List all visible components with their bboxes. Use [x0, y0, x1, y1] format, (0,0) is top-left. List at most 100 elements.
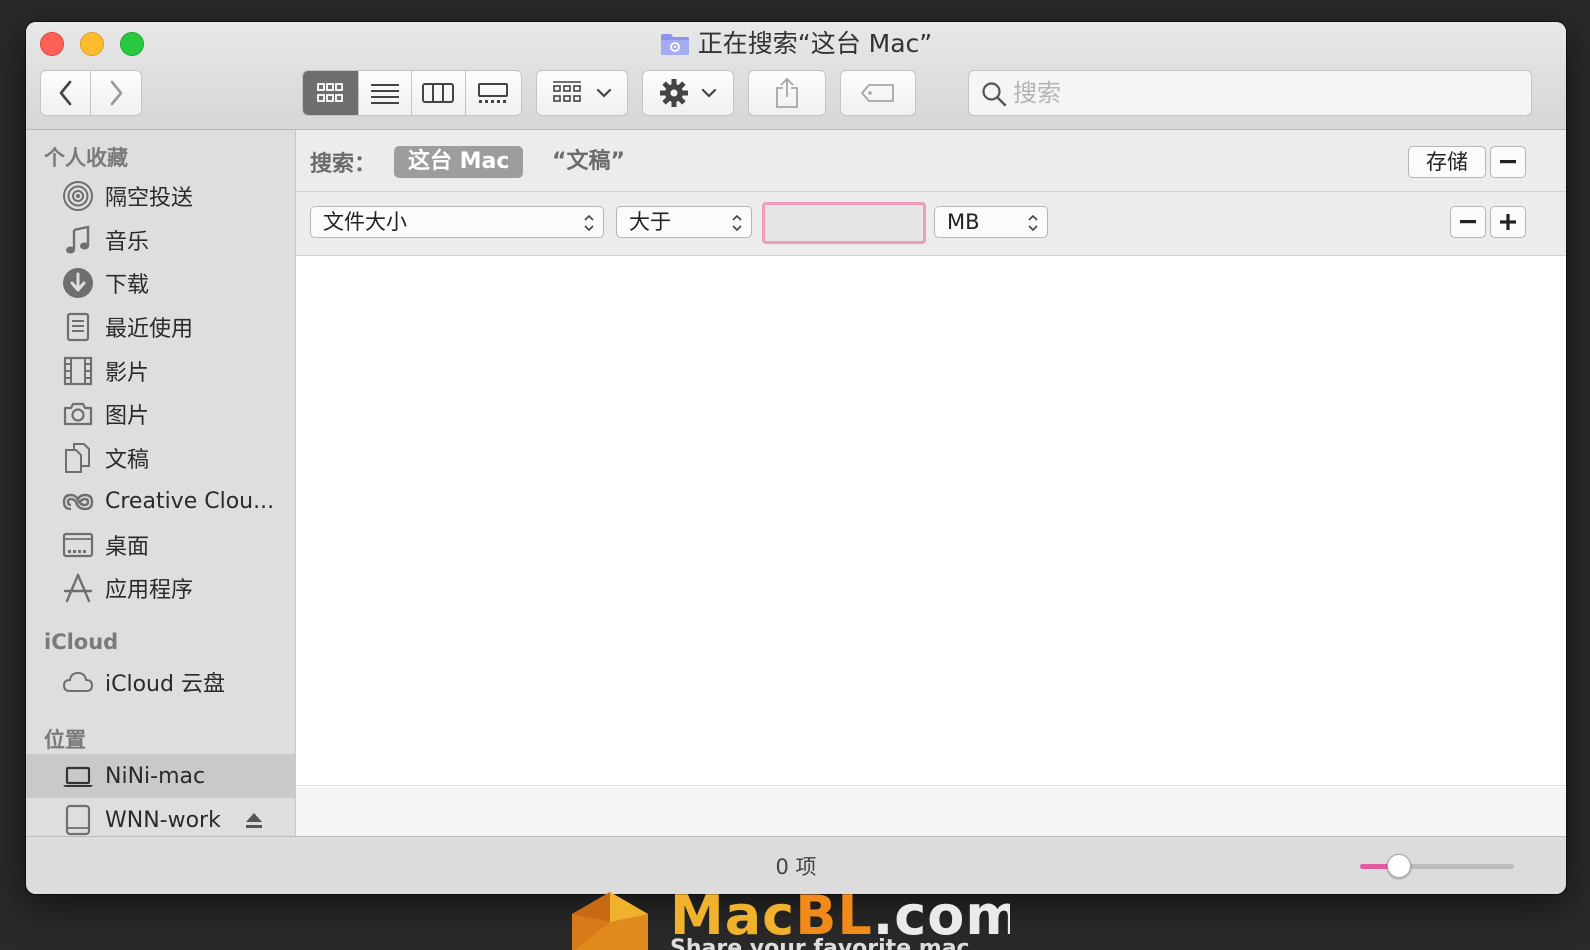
sidebar-item-label: 影片: [105, 361, 150, 386]
forward-button[interactable]: [91, 71, 141, 115]
sidebar-item-label: iCloud 云盘: [105, 672, 225, 697]
desktop-icon: [62, 532, 94, 558]
add-criteria-button[interactable]: [1490, 206, 1526, 238]
tag-icon: [861, 84, 894, 102]
sidebar-item-label: 应用程序: [105, 578, 194, 603]
smart-folder-icon: [660, 32, 690, 56]
window-title: 正在搜索“这台 Mac”: [697, 29, 933, 58]
chevron-right-icon: [110, 80, 123, 106]
applications-icon: [63, 573, 93, 603]
sidebar-item-label: 文稿: [105, 448, 150, 473]
sidebar: 个人收藏 隔空投送 音乐 下载 最近使用 影片 图片 文稿 Creative C…: [26, 130, 296, 836]
slider-knob[interactable]: [1387, 854, 1411, 878]
cloud-icon: [62, 671, 94, 692]
sidebar-item-recents[interactable]: 最近使用: [26, 305, 295, 349]
titlebar: 正在搜索“这台 Mac”: [26, 22, 1566, 130]
sidebar-item-label: 图片: [105, 404, 150, 429]
watermark-tagline: Share your favorite mac apps: [670, 936, 970, 950]
group-icon: [553, 81, 581, 102]
size-value-field[interactable]: [762, 202, 926, 244]
navigation-buttons: [40, 70, 142, 116]
creative-cloud-icon: [62, 493, 94, 511]
download-icon: [63, 268, 93, 298]
action-menu-button[interactable]: [642, 70, 734, 116]
sidebar-item-creative-cloud[interactable]: Creative Clou...: [26, 479, 295, 523]
search-input[interactable]: [1013, 77, 1513, 109]
eject-icon[interactable]: [244, 810, 264, 830]
sidebar-item-icloud-drive[interactable]: iCloud 云盘: [26, 660, 295, 704]
recents-icon: [66, 312, 90, 342]
minus-icon: [1460, 220, 1476, 224]
gear-icon: [660, 79, 688, 107]
locations-header: 位置: [44, 728, 86, 752]
laptop-icon: [63, 766, 93, 787]
results-area[interactable]: [296, 256, 1566, 786]
column-view-button[interactable]: [412, 71, 466, 115]
list-view-button[interactable]: [359, 71, 413, 115]
search-scope-label: 搜索：: [310, 152, 377, 177]
view-mode-control: [302, 70, 522, 116]
tags-button[interactable]: [840, 70, 916, 116]
icloud-header: iCloud: [44, 630, 119, 654]
updown-arrows-icon: [1028, 214, 1038, 232]
updown-arrows-icon: [584, 214, 594, 232]
main-content: 搜索： 这台 Mac “文稿” 存储 文件大小 大于 MB: [296, 130, 1566, 836]
sidebar-item-label: WNN-work: [105, 807, 221, 833]
chevron-left-icon: [59, 80, 71, 106]
airdrop-icon: [63, 181, 93, 211]
sidebar-item-label: 音乐: [105, 230, 150, 255]
macbl-logo-icon: [572, 892, 648, 950]
gallery-view-button[interactable]: [466, 71, 521, 115]
search-field[interactable]: [968, 70, 1532, 116]
remove-criteria-button[interactable]: [1450, 206, 1486, 238]
search-icon: [982, 82, 1007, 107]
status-bar: 0 项: [26, 836, 1566, 894]
unit-value: MB: [947, 210, 980, 234]
icon-view-button[interactable]: [303, 71, 359, 115]
sidebar-item-applications[interactable]: 应用程序: [26, 566, 295, 610]
watermark: MacBL.com Share your favorite mac apps: [570, 888, 1010, 950]
scope-this-mac-button[interactable]: 这台 Mac: [394, 146, 524, 178]
share-icon: [776, 77, 798, 108]
sidebar-item-movies[interactable]: 影片: [26, 349, 295, 393]
sidebar-item-airdrop[interactable]: 隔空投送: [26, 174, 295, 218]
size-value-input[interactable]: [765, 205, 923, 241]
sidebar-item-wnn-work[interactable]: WNN-work: [26, 798, 295, 836]
gallery-view-icon: [478, 83, 509, 103]
sidebar-item-documents[interactable]: 文稿: [26, 436, 295, 480]
operator-popup[interactable]: 大于: [616, 206, 752, 238]
unit-popup[interactable]: MB: [934, 206, 1048, 238]
camera-icon: [63, 402, 93, 426]
icon-size-slider[interactable]: [1360, 854, 1514, 878]
column-view-icon: [422, 83, 455, 103]
item-count: 0 项: [775, 855, 817, 879]
window-title-bar: 正在搜索“这台 Mac”: [26, 28, 1566, 60]
sidebar-item-nini-mac[interactable]: NiNi-mac: [26, 754, 295, 798]
path-bar: [296, 787, 1566, 836]
music-icon: [66, 225, 90, 254]
chevron-down-icon: [701, 88, 717, 98]
plus-icon: [1500, 214, 1516, 230]
documents-icon: [65, 443, 90, 473]
chevron-down-icon: [596, 88, 612, 98]
sidebar-item-label: 隔空投送: [105, 186, 194, 211]
sidebar-item-desktop[interactable]: 桌面: [26, 523, 295, 567]
remove-search-button[interactable]: [1490, 146, 1526, 178]
drive-icon: [65, 804, 91, 836]
favorites-header: 个人收藏: [44, 146, 128, 170]
attribute-popup[interactable]: 文件大小: [310, 206, 604, 238]
sidebar-item-pictures[interactable]: 图片: [26, 392, 295, 436]
attribute-value: 文件大小: [323, 210, 407, 234]
list-view-icon: [370, 84, 399, 104]
share-button[interactable]: [748, 70, 826, 116]
search-scope-bar: 搜索： 这台 Mac “文稿” 存储: [296, 130, 1566, 192]
scope-documents-button[interactable]: “文稿”: [552, 146, 625, 178]
back-button[interactable]: [41, 71, 92, 115]
sidebar-item-downloads[interactable]: 下载: [26, 261, 295, 305]
sidebar-item-label: NiNi-mac: [105, 763, 206, 789]
sidebar-item-label: 最近使用: [105, 317, 194, 342]
group-by-button[interactable]: [536, 70, 628, 116]
sidebar-item-music[interactable]: 音乐: [26, 218, 295, 262]
operator-value: 大于: [629, 210, 671, 234]
save-search-button[interactable]: 存储: [1408, 146, 1486, 178]
